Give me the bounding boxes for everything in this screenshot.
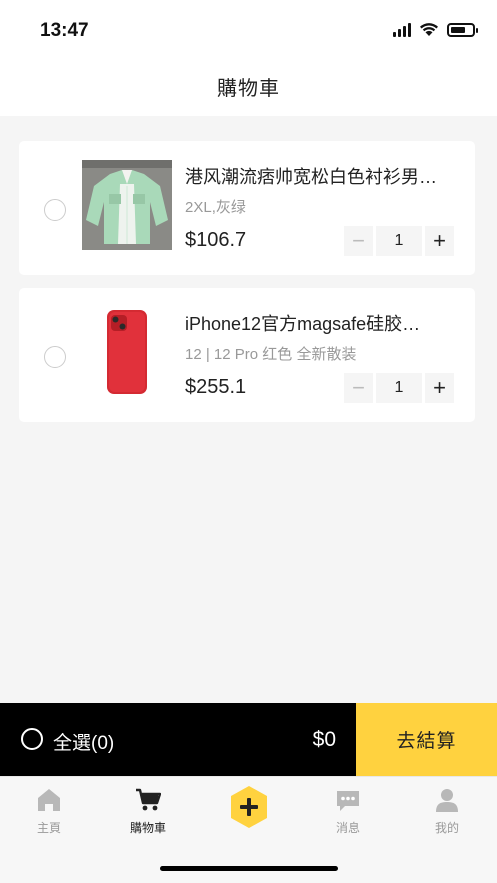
checkout-bar: 全選(0) $0 去結算 xyxy=(0,703,497,776)
product-image-shirt[interactable] xyxy=(82,160,172,250)
product-title[interactable]: 港风潮流痞帅宽松白色衬衫男… xyxy=(185,163,460,189)
message-icon xyxy=(337,791,359,811)
product-price: $106.7 xyxy=(185,229,247,251)
product-spec[interactable]: 2XL,灰绿 xyxy=(185,196,246,217)
tab-me[interactable]: 我的 xyxy=(407,787,487,836)
quantity-value[interactable]: 1 xyxy=(376,226,422,256)
item-select-radio[interactable] xyxy=(44,346,66,368)
nav-header: 購物車 xyxy=(0,62,497,116)
cart-item[interactable]: 港风潮流痞帅宽松白色衬衫男… 2XL,灰绿 $106.7 − 1 + xyxy=(19,141,475,275)
select-all-label[interactable]: 全選(0) xyxy=(53,728,114,755)
quantity-stepper: − 1 + xyxy=(344,373,454,403)
tab-cart[interactable]: 購物車 xyxy=(108,787,188,836)
tab-messages[interactable]: 消息 xyxy=(308,787,388,836)
tab-cart-label: 購物車 xyxy=(129,821,166,835)
home-indicator xyxy=(160,866,338,871)
item-select-radio[interactable] xyxy=(44,199,66,221)
status-time: 13:47 xyxy=(40,20,89,41)
increase-quantity-button[interactable]: + xyxy=(425,226,454,256)
decrease-quantity-button[interactable]: − xyxy=(344,226,373,256)
tab-home[interactable]: 主頁 xyxy=(9,787,89,836)
product-image-phone-case[interactable] xyxy=(82,307,172,397)
battery-icon xyxy=(447,22,478,37)
add-button[interactable] xyxy=(227,785,271,829)
increase-quantity-button[interactable]: + xyxy=(425,373,454,403)
user-icon xyxy=(436,789,458,812)
cart-icon xyxy=(136,788,161,811)
wifi-icon xyxy=(420,23,438,36)
status-icons xyxy=(393,22,478,37)
tab-messages-label: 消息 xyxy=(335,821,360,835)
checkout-summary: 全選(0) $0 xyxy=(0,703,356,776)
cart-list: 港风潮流痞帅宽松白色衬衫男… 2XL,灰绿 $106.7 − 1 + iPhon… xyxy=(0,116,497,703)
signal-icon xyxy=(393,22,411,37)
product-title[interactable]: iPhone12官方magsafe硅胶… xyxy=(185,310,460,336)
product-spec[interactable]: 12 | 12 Pro 红色 全新散装 xyxy=(185,343,356,364)
status-bar: 13:47 xyxy=(0,0,497,62)
quantity-stepper: − 1 + xyxy=(344,226,454,256)
tab-me-label: 我的 xyxy=(434,821,459,835)
home-icon xyxy=(38,789,60,811)
tab-home-label: 主頁 xyxy=(36,821,61,835)
page-title: 購物車 xyxy=(217,78,280,100)
cart-item[interactable]: iPhone12官方magsafe硅胶… 12 | 12 Pro 红色 全新散装… xyxy=(19,288,475,422)
product-price: $255.1 xyxy=(185,376,247,398)
quantity-value[interactable]: 1 xyxy=(376,373,422,403)
checkout-button[interactable]: 去結算 xyxy=(356,703,497,776)
decrease-quantity-button[interactable]: − xyxy=(344,373,373,403)
total-price: $0 xyxy=(312,728,336,751)
select-all-radio[interactable] xyxy=(21,728,43,750)
